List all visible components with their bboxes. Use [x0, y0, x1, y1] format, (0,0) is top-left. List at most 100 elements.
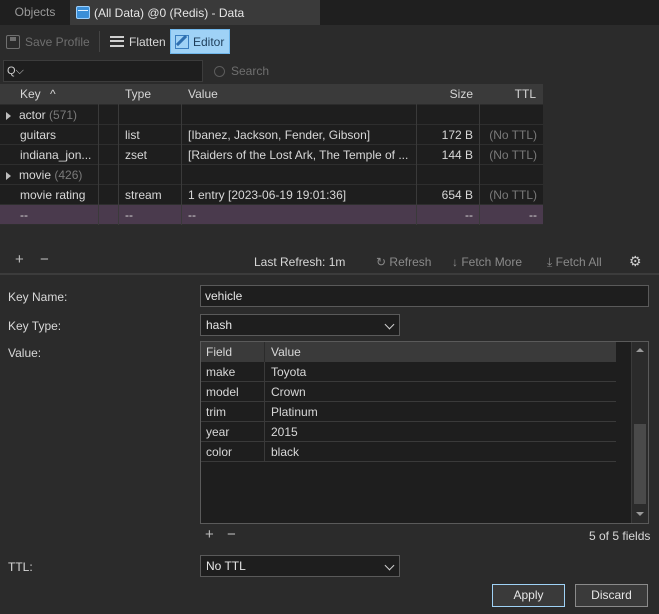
scroll-down-icon[interactable] — [636, 512, 644, 516]
key-type-label: Key Type: — [8, 319, 62, 333]
type-cell: zset — [125, 148, 148, 162]
type-cell: stream — [125, 188, 162, 202]
type-cell — [119, 165, 181, 185]
key-cell: indiana_jon... — [20, 148, 92, 162]
table-row[interactable]: guitars list [Ibanez, Jackson, Fender, G… — [0, 125, 543, 145]
save-icon — [6, 34, 20, 49]
column-header-type[interactable]: Type — [119, 84, 181, 104]
save-profile-label: Save Profile — [25, 34, 90, 49]
discard-button[interactable]: Discard — [575, 584, 648, 607]
column-header-value[interactable]: Value — [182, 84, 416, 104]
value-cell: 1 entry [2023-06-19 19:01:36] — [188, 188, 347, 202]
column-header-key[interactable]: Key ^ — [14, 84, 98, 104]
field-cell: color — [201, 442, 265, 462]
ttl-cell — [480, 105, 543, 125]
type-cell: -- — [125, 208, 133, 222]
table-row[interactable]: movie rating stream 1 entry [2023-06-19 … — [0, 185, 543, 205]
size-cell: 654 B — [441, 188, 473, 202]
search-input[interactable]: Search — [204, 60, 659, 82]
apply-button[interactable]: Apply — [492, 584, 565, 607]
table-row[interactable]: make Toyota — [201, 362, 616, 382]
remove-key-button[interactable]: − — [40, 252, 49, 268]
key-text: actor — [19, 108, 46, 122]
editor-button[interactable]: Editor — [170, 29, 230, 54]
refresh-label: Refresh — [389, 255, 432, 269]
size-cell — [417, 105, 479, 125]
field-cell: model — [201, 382, 265, 402]
value-cell: Crown — [271, 385, 306, 399]
type-cell: list — [125, 128, 140, 142]
key-cell: movie rating — [20, 188, 86, 202]
column-divider — [98, 84, 99, 225]
add-key-button[interactable]: + — [15, 252, 24, 268]
column-header-size[interactable]: Size — [417, 84, 479, 104]
table-row[interactable]: color black — [201, 442, 616, 462]
flatten-button[interactable]: Flatten — [106, 29, 170, 54]
expand-arrow-icon[interactable] — [6, 111, 11, 120]
key-type-select[interactable]: hash — [200, 314, 400, 336]
key-cell: -- — [20, 208, 28, 222]
fetch-more-button[interactable]: ↓ Fetch More — [452, 254, 522, 270]
table-row[interactable]: model Crown — [201, 382, 616, 402]
last-refresh-label: Last Refresh: 1m — [254, 255, 346, 269]
column-divider — [118, 84, 119, 225]
key-type-value: hash — [206, 318, 233, 332]
gear-icon[interactable]: ⚙ — [629, 253, 642, 269]
search-icon — [214, 65, 225, 77]
table-row[interactable]: indiana_jon... zset [Raiders of the Lost… — [0, 145, 543, 165]
search-scope-dropdown[interactable]: Q⌵ — [3, 60, 203, 82]
value-cell: black — [271, 445, 300, 459]
save-profile-button[interactable]: Save Profile — [2, 29, 94, 54]
table-row[interactable]: year 2015 — [201, 422, 616, 442]
ttl-select[interactable]: No TTL — [200, 555, 400, 577]
chevron-down-icon — [384, 319, 395, 330]
column-divider — [181, 84, 182, 225]
key-cell: actor (571) — [0, 105, 98, 125]
value-cell: [Ibanez, Jackson, Fender, Gibson] — [188, 128, 371, 142]
group-count: (571) — [49, 108, 78, 122]
column-divider — [416, 84, 417, 225]
refresh-icon: ↻ — [376, 255, 387, 269]
editor-label: Editor — [193, 34, 225, 49]
tab-objects[interactable]: Objects — [0, 0, 70, 25]
table-icon — [76, 6, 90, 19]
edit-icon — [175, 34, 189, 49]
flatten-icon — [110, 36, 124, 47]
vertical-scrollbar[interactable] — [631, 342, 648, 523]
panel-divider — [0, 273, 659, 275]
key-name-field[interactable]: vehicle — [200, 285, 649, 307]
fetch-all-button[interactable]: ⤓ Fetch All — [547, 254, 602, 270]
table-row[interactable]: actor (571) — [0, 105, 543, 125]
remove-field-button[interactable]: − — [227, 526, 236, 543]
type-cell — [119, 105, 181, 125]
column-header-ttl[interactable]: TTL — [480, 84, 543, 104]
table-row[interactable]: movie (426) — [0, 165, 543, 185]
scroll-up-icon[interactable] — [636, 348, 644, 352]
key-name-label: Key Name: — [8, 290, 68, 304]
column-header-field[interactable]: Field — [201, 342, 265, 362]
value-grid-header: Field Value — [201, 342, 616, 362]
table-row-selected[interactable]: -- -- -- -- -- — [0, 205, 543, 225]
size-cell: 144 B — [441, 148, 473, 162]
download-icon: ⤓ — [547, 255, 553, 269]
value-grid: Field Value make Toyota model Crown trim… — [200, 341, 649, 524]
value-cell: Platinum — [271, 405, 318, 419]
value-cell: -- — [188, 208, 196, 222]
table-row[interactable]: trim Platinum — [201, 402, 616, 422]
group-count: (426) — [54, 168, 83, 182]
size-cell — [417, 165, 479, 185]
add-field-button[interactable]: + — [205, 526, 214, 543]
tab-data[interactable]: (All Data) @0 (Redis) - Data — [70, 0, 320, 25]
column-header-value[interactable]: Value — [266, 342, 616, 362]
field-cell: year — [201, 422, 265, 442]
scroll-thumb[interactable] — [634, 424, 646, 504]
key-text: movie — [19, 168, 52, 182]
expand-arrow-icon[interactable] — [6, 171, 11, 180]
grid-header: Key ^ Type Value Size TTL — [0, 84, 543, 104]
flatten-label: Flatten — [129, 34, 166, 49]
toolbar-divider — [99, 31, 100, 52]
arrow-down-icon: ↓ — [452, 255, 458, 269]
key-cell: guitars — [20, 128, 57, 142]
refresh-button[interactable]: ↻ Refresh — [376, 254, 431, 270]
ttl-cell — [480, 165, 543, 185]
